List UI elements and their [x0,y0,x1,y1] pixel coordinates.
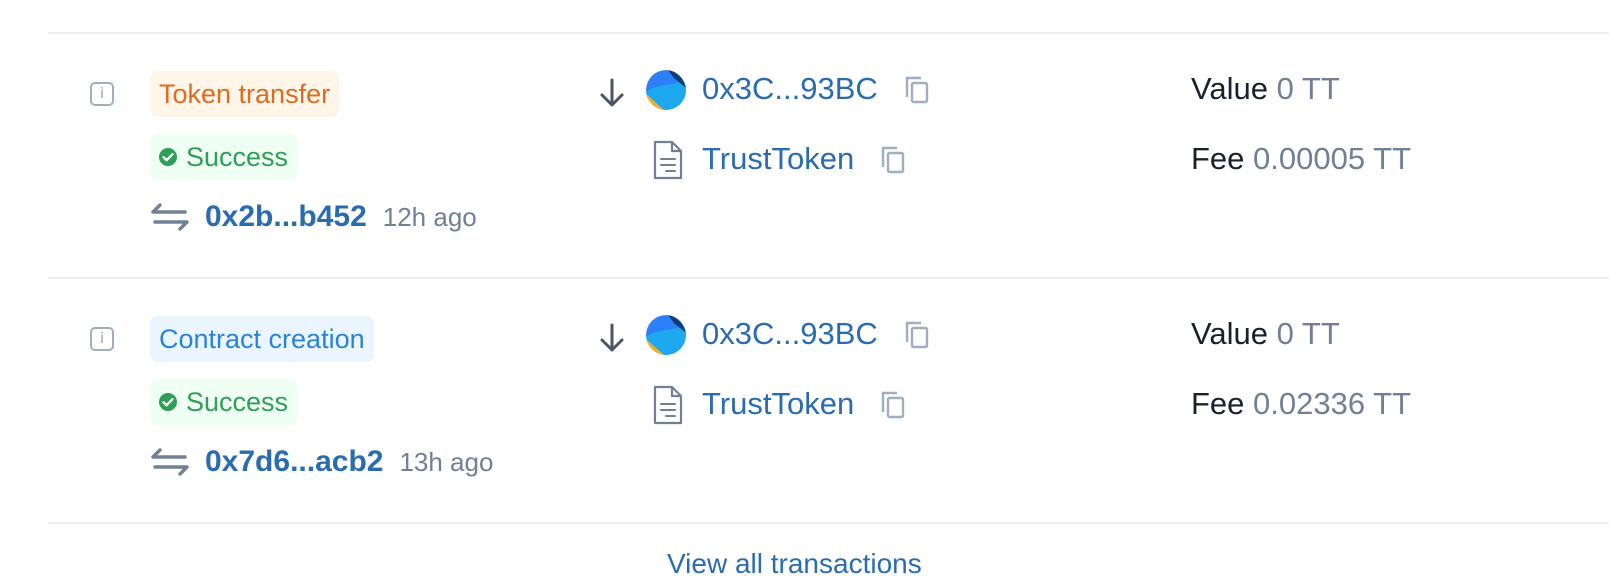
from-address-link[interactable]: 0x3C...93BC [702,69,878,109]
time-ago: 12h ago [382,201,477,232]
contract-link[interactable]: TrustToken [702,384,854,424]
transaction-row: i Contract creation Success 0x7d6...acb2… [48,279,1609,523]
tx-type-badge: Token transfer [150,71,340,117]
from-address-link[interactable]: 0x3C...93BC [702,314,878,354]
copy-icon[interactable] [880,145,906,175]
value-line: Value 0 TT [1191,314,1340,354]
value-label: Value [1191,71,1268,106]
fee-label: Fee [1191,141,1245,176]
contract-link[interactable]: TrustToken [702,139,854,179]
info-icon[interactable]: i [90,327,114,351]
fee-amount: 0.00005 TT [1253,141,1412,176]
copy-icon[interactable] [904,75,930,105]
tx-hash-line: 0x2b...b452 12h ago [150,197,477,237]
swap-arrows-icon [151,203,189,231]
value-amount: 0 TT [1276,316,1340,351]
transaction-row: i Token transfer Success 0x2b...b452 12h… [48,34,1609,278]
transactions-list: i Token transfer Success 0x2b...b452 12h… [0,0,1609,578]
value-amount: 0 TT [1276,71,1340,106]
status-label: Success [186,142,289,172]
fee-label: Fee [1191,386,1245,421]
value-label: Value [1191,316,1268,351]
status-label: Success [186,387,289,417]
fee-amount: 0.02336 TT [1253,386,1412,421]
swap-arrows-icon [151,448,189,476]
status-badge: Success [150,379,299,425]
status-badge: Success [150,134,299,180]
tx-hash-link[interactable]: 0x2b...b452 [205,200,367,234]
fee-line: Fee 0.02336 TT [1191,384,1411,424]
check-circle-icon [159,393,177,411]
time-ago: 13h ago [399,446,494,477]
arrow-down-icon [600,323,624,352]
tx-hash-link[interactable]: 0x7d6...acb2 [205,445,383,479]
value-line: Value 0 TT [1191,69,1340,109]
arrow-down-icon [600,78,624,107]
avatar [646,70,686,110]
copy-icon[interactable] [880,390,906,420]
tx-type-badge: Contract creation [150,316,374,362]
row-divider [48,522,1609,524]
fee-line: Fee 0.00005 TT [1191,139,1411,179]
check-circle-icon [159,148,177,166]
view-all-transactions-link[interactable]: View all transactions [667,548,922,578]
info-icon[interactable]: i [90,82,114,106]
tx-hash-line: 0x7d6...acb2 13h ago [150,442,493,482]
document-icon [653,140,683,180]
avatar [646,315,686,355]
document-icon [653,385,683,425]
copy-icon[interactable] [904,320,930,350]
